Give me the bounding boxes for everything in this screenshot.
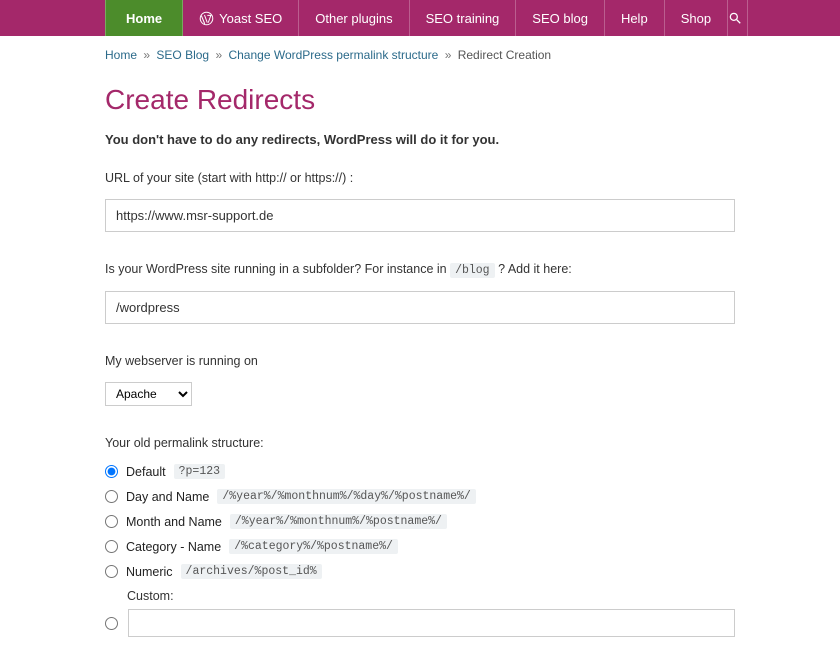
radio-numeric[interactable]	[105, 565, 118, 578]
radio-default-code: ?p=123	[174, 464, 225, 479]
nav-seo-blog[interactable]: SEO blog	[516, 0, 605, 36]
radio-custom[interactable]	[105, 617, 118, 630]
permalink-structure-label: Your old permalink structure:	[105, 436, 735, 450]
nav-search[interactable]	[728, 0, 748, 36]
radio-category-name-label: Category - Name	[126, 540, 221, 554]
top-navbar: Home Yoast SEO Other plugins SEO trainin…	[0, 0, 840, 36]
nav-yoast-label: Yoast SEO	[219, 11, 282, 26]
nav-seo-training[interactable]: SEO training	[410, 0, 517, 36]
radio-default[interactable]	[105, 465, 118, 478]
webserver-label: My webserver is running on	[105, 354, 735, 368]
subfolder-example-code: /blog	[450, 263, 495, 278]
permalink-radio-group: Default ?p=123 Day and Name /%year%/%mon…	[105, 464, 735, 637]
radio-numeric-code: /archives/%post_id%	[181, 564, 322, 579]
breadcrumb-change-permalink[interactable]: Change WordPress permalink structure	[228, 48, 438, 62]
nav-shop[interactable]: Shop	[665, 0, 728, 36]
site-url-input[interactable]	[105, 199, 735, 232]
radio-day-name-label: Day and Name	[126, 490, 209, 504]
breadcrumb: Home » SEO Blog » Change WordPress perma…	[105, 48, 735, 62]
radio-month-name-label: Month and Name	[126, 515, 222, 529]
nav-yoast-seo[interactable]: Yoast SEO	[183, 0, 299, 36]
breadcrumb-home[interactable]: Home	[105, 48, 137, 62]
nav-help[interactable]: Help	[605, 0, 665, 36]
radio-default-label: Default	[126, 465, 166, 479]
wordpress-icon	[199, 11, 214, 26]
page-title: Create Redirects	[105, 84, 735, 116]
breadcrumb-current: Redirect Creation	[458, 48, 551, 62]
nav-home[interactable]: Home	[105, 0, 183, 36]
breadcrumb-seo-blog[interactable]: SEO Blog	[156, 48, 209, 62]
custom-permalink-input[interactable]	[128, 609, 735, 637]
page-subtitle: You don't have to do any redirects, Word…	[105, 132, 735, 147]
radio-category-name[interactable]	[105, 540, 118, 553]
subfolder-label: Is your WordPress site running in a subf…	[105, 262, 735, 277]
radio-category-name-code: /%category%/%postname%/	[229, 539, 398, 554]
search-icon	[728, 11, 742, 25]
url-label: URL of your site (start with http:// or …	[105, 171, 735, 185]
subfolder-input[interactable]	[105, 291, 735, 324]
radio-custom-label: Custom:	[105, 589, 735, 603]
nav-other-plugins[interactable]: Other plugins	[299, 0, 409, 36]
radio-day-name-code: /%year%/%monthnum%/%day%/%postname%/	[217, 489, 475, 504]
radio-month-name[interactable]	[105, 515, 118, 528]
radio-numeric-label: Numeric	[126, 565, 173, 579]
webserver-select[interactable]: Apache	[105, 382, 192, 406]
radio-day-name[interactable]	[105, 490, 118, 503]
radio-month-name-code: /%year%/%monthnum%/%postname%/	[230, 514, 447, 529]
